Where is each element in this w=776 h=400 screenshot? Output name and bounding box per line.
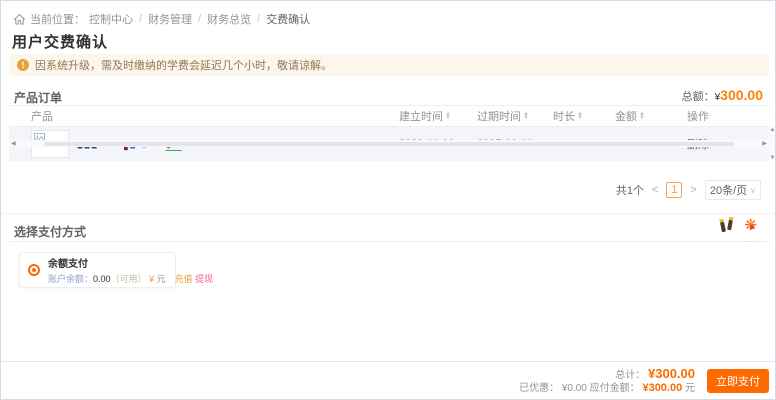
orders-table-header: 产品 建立时间▲▼ 过期时间▲▼ 时长▲▼ 金额▲▼ 操作 [9, 105, 769, 127]
pay-now-button[interactable]: 立即支付 [707, 369, 769, 393]
payable-label: 应付金额： [590, 383, 640, 394]
balance-info: 账户余额：0.00（可用） ¥ 元 充值 提现 [48, 272, 213, 285]
current-page-button[interactable]: 1 [666, 182, 682, 198]
sort-icon[interactable]: ▲▼ [639, 112, 645, 120]
column-header-product: 产品 [9, 108, 399, 124]
summary-value: ¥300.00 [648, 366, 695, 381]
pagination: 共1个 < 1 > 20条/页 ∨ [616, 180, 761, 200]
breadcrumb-location-label: 当前位置： [30, 11, 85, 27]
discount-label: 已优惠： [519, 383, 559, 394]
prev-page-button[interactable]: < [650, 184, 660, 196]
column-header-amount[interactable]: 金额▲▼ [615, 108, 687, 124]
column-header-expire[interactable]: 过期时间▲▼ [477, 108, 553, 124]
payment-confirm-page: 当前位置： 控制中心 / 财务管理 / 财务总览 / 交费确认 用户交费确认 !… [0, 0, 776, 400]
scroll-down-icon: ▼ [770, 155, 776, 161]
breadcrumb-separator: / [139, 13, 142, 25]
column-header-action: 操作 [687, 108, 747, 124]
page-title: 用户交费确认 [12, 31, 108, 52]
payable-unit: 元 [685, 383, 695, 394]
orders-total: 总额：¥300.00 [682, 87, 763, 104]
breadcrumb: 当前位置： 控制中心 / 财务管理 / 财务总览 / 交费确认 [13, 11, 310, 27]
breadcrumb-item-control-center[interactable]: 控制中心 [89, 11, 133, 27]
payment-header-icons: ❋··· [720, 219, 757, 233]
payment-section-divider [1, 213, 776, 214]
flower-icon: ❋··· [744, 219, 757, 233]
scroll-right-icon: ▶ [762, 140, 767, 147]
breadcrumb-item-finance-management[interactable]: 财务管理 [148, 11, 192, 27]
payment-section-underline [9, 241, 769, 242]
footer-pay-bar: · · 总计： ¥300.00 已优惠： ¥0.00 应付金额： ¥300.00… [1, 361, 776, 399]
payment-method-name: 余额支付 [48, 255, 213, 270]
scroll-left-icon: ◀ [11, 140, 16, 147]
scroll-up-icon: ▲ [770, 127, 776, 133]
column-header-duration[interactable]: 时长▲▼ [553, 108, 615, 124]
summary-label: 总计： [615, 370, 645, 381]
breadcrumb-separator: / [198, 13, 201, 25]
discount-value: ¥0.00 [562, 383, 587, 394]
home-icon[interactable] [13, 13, 26, 26]
horizontal-scrollbar[interactable]: ◀▶ [9, 140, 769, 147]
orders-section-title: 产品订单 [14, 89, 62, 106]
sort-icon[interactable]: ▲▼ [523, 112, 529, 120]
orders-table: 产品 建立时间▲▼ 过期时间▲▼ 时长▲▼ 金额▲▼ 操作 ■■■▪ㅡㅡ▮■▪≡… [9, 105, 769, 161]
payment-method-balance[interactable]: 余额支付 账户余额：0.00（可用） ¥ 元 充值 提现 [19, 252, 176, 288]
warning-icon: ! [17, 59, 29, 71]
sort-icon[interactable]: ▲▼ [577, 112, 583, 120]
chevron-down-icon: ∨ [750, 186, 756, 195]
warning-alert: ! 因系统升级，需及时缴纳的学费会延迟几个小时，敬请谅解。 [9, 54, 769, 76]
totals-summary: 总计： ¥300.00 已优惠： ¥0.00 应付金额： ¥300.00 元 [519, 367, 695, 395]
scrollbar-thumb[interactable] [44, 142, 734, 146]
pagination-total: 共1个 [616, 182, 644, 198]
payable-value: ¥300.00 [642, 382, 682, 394]
vertical-scrollbar[interactable]: ▲▼ [769, 127, 776, 161]
warning-text: 因系统升级，需及时缴纳的学费会延迟几个小时，敬请谅解。 [35, 57, 332, 73]
total-label: 总额： [682, 91, 715, 103]
sort-icon[interactable]: ▲▼ [445, 112, 451, 120]
page-size-select[interactable]: 20条/页 ∨ [705, 180, 761, 200]
dots-icon: ··· [746, 235, 757, 249]
column-header-created[interactable]: 建立时间▲▼ [399, 108, 477, 124]
next-page-button[interactable]: > [688, 184, 698, 196]
breadcrumb-separator: / [257, 13, 260, 25]
total-value: 300.00 [720, 87, 763, 103]
breadcrumb-item-finance-overview[interactable]: 财务总览 [207, 11, 251, 27]
payment-section-title: 选择支付方式 [14, 223, 86, 240]
radio-selected-icon[interactable] [28, 264, 40, 276]
breadcrumb-item-payment-confirm: 交费确认 [266, 11, 310, 27]
firecracker-icon [720, 219, 734, 233]
